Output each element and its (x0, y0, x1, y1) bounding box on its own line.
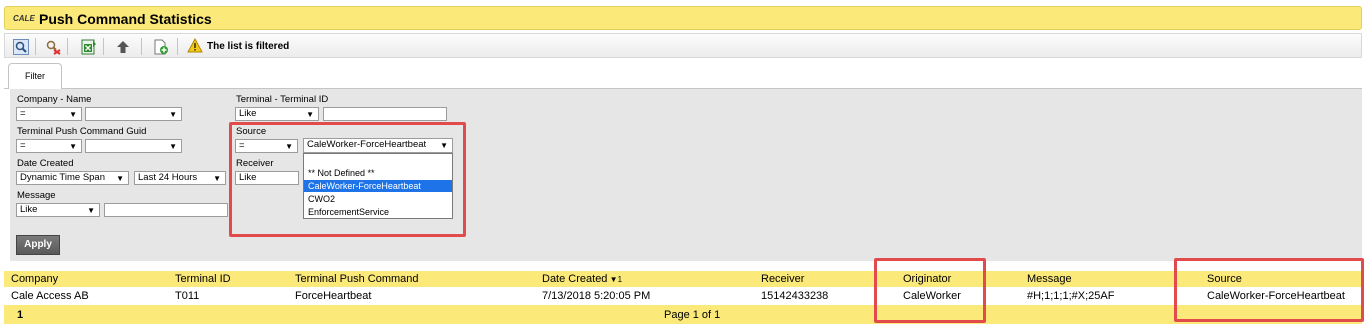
search-icon (12, 38, 29, 55)
add-document-button[interactable] (151, 37, 170, 56)
sort-order-number: 1 (617, 275, 623, 284)
column-header-terminal-id[interactable]: Terminal ID (175, 273, 231, 285)
terminal-id-operator-select[interactable]: Like ▼ (235, 107, 319, 121)
cell-company: Cale Access AB (11, 290, 89, 302)
sort-desc-icon: ▼ (607, 275, 618, 284)
terminal-id-input[interactable] (323, 107, 447, 121)
clear-filter-icon (46, 40, 61, 55)
cell-receiver: 15142433238 (761, 290, 829, 302)
cell-message: #H;1;1;1;#X;25AF (1027, 290, 1115, 302)
guid-label: Terminal Push Command Guid (17, 126, 147, 137)
highlight-box-source (1174, 258, 1364, 322)
add-document-icon (154, 39, 168, 54)
chevron-down-icon: ▼ (169, 142, 177, 151)
date-created-label: Date Created (17, 158, 74, 169)
chevron-down-icon: ▼ (306, 110, 314, 119)
search-button[interactable] (11, 37, 30, 56)
date-range-select[interactable]: Last 24 Hours ▼ (134, 171, 226, 185)
guid-operator-select[interactable]: = ▼ (16, 139, 82, 153)
cell-date-created: 7/13/2018 5:20:05 PM (542, 290, 651, 302)
toolbar-separator (35, 38, 36, 55)
chevron-down-icon: ▼ (69, 110, 77, 119)
filter-status-text: The list is filtered (207, 41, 290, 52)
terminal-id-label: Terminal - Terminal ID (236, 94, 329, 105)
pager-text: Page 1 of 1 (664, 309, 721, 321)
table-row[interactable] (4, 288, 1362, 303)
column-header-receiver[interactable]: Receiver (761, 273, 804, 285)
column-header-message[interactable]: Message (1027, 273, 1072, 285)
clear-filter-button[interactable] (43, 37, 62, 56)
company-name-value-select[interactable]: ▼ (85, 107, 182, 121)
column-header-push-command[interactable]: Terminal Push Command (295, 273, 419, 285)
export-excel-button[interactable] (79, 37, 98, 56)
message-label: Message (17, 190, 56, 201)
warning-icon (187, 37, 203, 56)
chevron-down-icon: ▼ (213, 174, 221, 183)
column-header-date-created[interactable]: Date Created ▼1 (542, 273, 622, 286)
apply-button[interactable]: Apply (16, 235, 60, 255)
company-name-operator-select[interactable]: = ▼ (16, 107, 82, 121)
cale-logo: CALE (13, 14, 35, 23)
toolbar-separator (141, 38, 142, 55)
chevron-down-icon: ▼ (169, 110, 177, 119)
chevron-down-icon: ▼ (69, 142, 77, 151)
cell-terminal-id: T011 (175, 290, 200, 302)
highlight-box-originator (874, 258, 986, 323)
company-name-label: Company - Name (17, 94, 92, 105)
tab-filter[interactable]: Filter (8, 63, 62, 89)
page-title: Push Command Statistics (39, 11, 212, 27)
chevron-down-icon: ▼ (87, 206, 95, 215)
toolbar-separator (103, 38, 104, 55)
message-input[interactable] (104, 203, 228, 217)
highlight-box-source-filter (229, 122, 466, 237)
toolbar-separator (177, 38, 178, 55)
title-bar: CALE Push Command Statistics (4, 6, 1362, 30)
message-operator-select[interactable]: Like ▼ (16, 203, 100, 217)
guid-value-select[interactable]: ▼ (85, 139, 182, 153)
upload-icon (116, 40, 129, 53)
toolbar: The list is filtered (4, 33, 1362, 58)
date-mode-select[interactable]: Dynamic Time Span ▼ (16, 171, 129, 185)
column-header-company[interactable]: Company (11, 273, 58, 285)
toolbar-separator (67, 38, 68, 55)
upload-button[interactable] (113, 37, 132, 56)
cell-push-command: ForceHeartbeat (295, 290, 372, 302)
chevron-down-icon: ▼ (116, 174, 124, 183)
record-count: 1 (17, 309, 24, 321)
export-excel-icon (81, 39, 96, 54)
